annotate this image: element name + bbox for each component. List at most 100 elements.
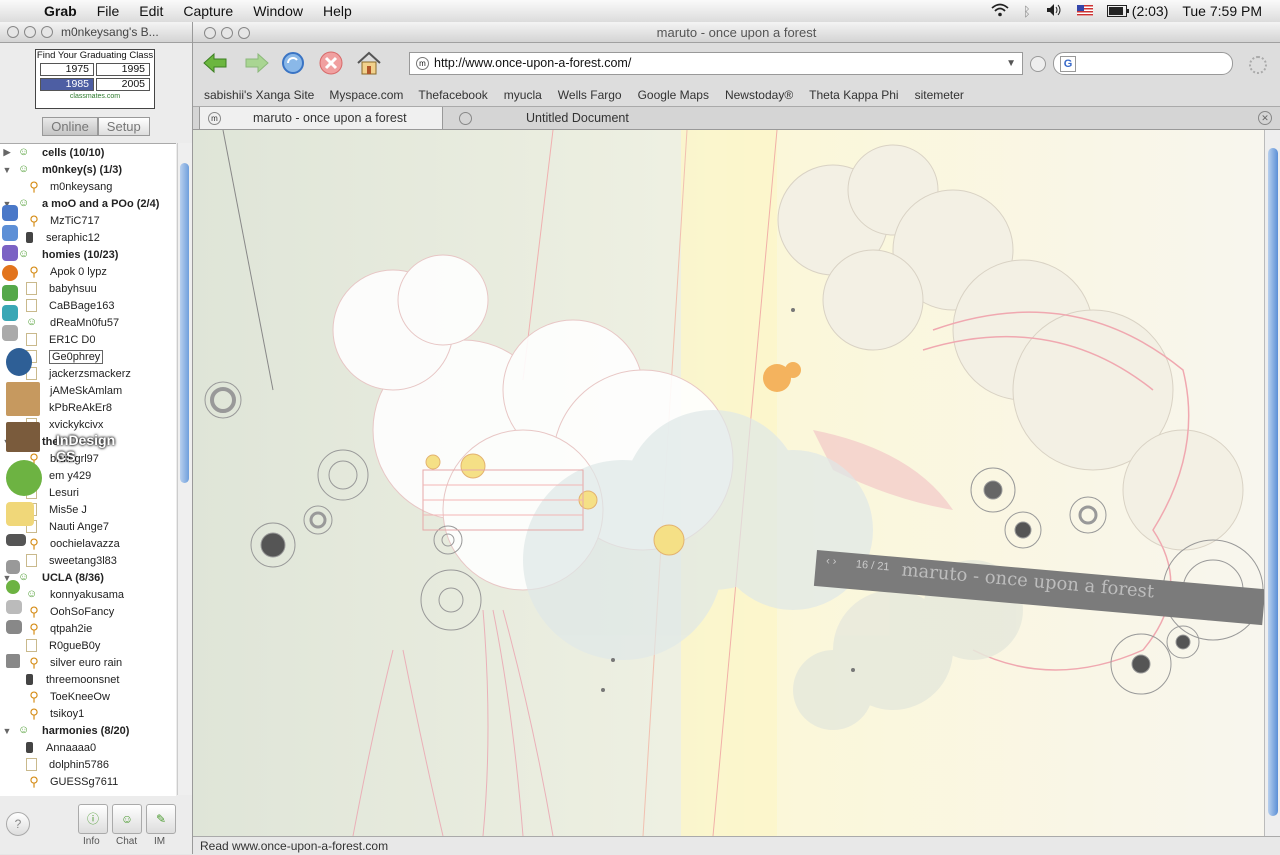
zoom-button[interactable]: [238, 27, 250, 39]
zoom-button[interactable]: [41, 26, 53, 38]
back-button[interactable]: [201, 48, 233, 78]
search-field[interactable]: G: [1053, 52, 1233, 75]
app-icon[interactable]: [6, 560, 20, 574]
app-icon[interactable]: [6, 580, 20, 594]
info-button[interactable]: ⓘ: [78, 804, 108, 834]
buddy-row[interactable]: ⚲ ToeKneeOw: [0, 688, 176, 705]
bookmark-link[interactable]: myucla: [504, 88, 542, 102]
menu-window[interactable]: Window: [243, 3, 313, 19]
buddy-row[interactable]: dolphin5786: [0, 756, 176, 773]
help-button[interactable]: ?: [6, 812, 30, 836]
preview-icon[interactable]: [2, 325, 18, 341]
minimize-button[interactable]: [221, 27, 233, 39]
ad-year[interactable]: 1975: [40, 63, 94, 76]
buddy-row[interactable]: Annaaaa0: [0, 739, 176, 756]
forward-button[interactable]: [239, 48, 271, 78]
disclosure-open-icon[interactable]: ▼: [0, 726, 14, 736]
go-button[interactable]: [1030, 56, 1046, 72]
photo-icon[interactable]: [6, 382, 40, 416]
quicktime-icon[interactable]: [6, 348, 32, 376]
buddy-row[interactable]: ⚲ GUESSg7611: [0, 773, 176, 790]
classmates-ad[interactable]: Find Your Graduating Class 1975 1995 198…: [35, 49, 155, 109]
status-text: Read www.once-upon-a-forest.com: [200, 839, 389, 853]
bookmark-link[interactable]: Thefacebook: [418, 88, 487, 102]
ichat-icon[interactable]: [2, 245, 18, 261]
reload-button[interactable]: [277, 48, 309, 78]
clock[interactable]: Tue 7:59 PM: [1182, 3, 1262, 19]
scrollbar-thumb[interactable]: [1268, 148, 1278, 816]
tab-online[interactable]: Online: [42, 117, 98, 136]
bookmark-link[interactable]: sitemeter: [915, 88, 964, 102]
buddy-row[interactable]: ⚲ tsikoy1: [0, 705, 176, 722]
tab-setup[interactable]: Setup: [97, 117, 150, 136]
browser-titlebar[interactable]: maruto - once upon a forest: [193, 22, 1280, 43]
home-button[interactable]: [353, 48, 385, 78]
google-search-icon[interactable]: G: [1060, 56, 1076, 72]
dreamweaver-icon[interactable]: [6, 460, 42, 496]
ad-year[interactable]: 1995: [96, 63, 150, 76]
idle-status-icon: [26, 758, 37, 771]
bookmark-link[interactable]: Myspace.com: [329, 88, 403, 102]
scrollbar-thumb[interactable]: [180, 163, 189, 483]
buddy-group[interactable]: ▼ ☺ m0nkey(s) (1/3): [0, 161, 176, 178]
disclosure-closed-icon[interactable]: ▶: [0, 147, 14, 158]
buddy-list-scrollbar[interactable]: [177, 143, 192, 795]
itunes-icon[interactable]: [2, 285, 18, 301]
trash-icon[interactable]: [6, 654, 20, 668]
chat-button[interactable]: ☺: [112, 804, 142, 834]
volume-icon[interactable]: [1045, 3, 1063, 20]
buddy-name: Ge0phrey: [49, 349, 104, 364]
buddy-name: dolphin5786: [49, 758, 109, 771]
menu-file[interactable]: File: [87, 3, 130, 19]
tab-once-upon-a-forest[interactable]: m maruto - once upon a forest: [199, 107, 443, 129]
bluetooth-icon[interactable]: ᛒ: [1023, 4, 1031, 19]
stickies-icon[interactable]: [6, 502, 34, 526]
ad-year-selected[interactable]: 1985: [40, 78, 94, 91]
close-tab-icon[interactable]: ✕: [1258, 111, 1272, 125]
menu-app-name[interactable]: Grab: [34, 3, 87, 19]
page-scrollbar[interactable]: [1264, 130, 1280, 836]
safari-icon[interactable]: [2, 225, 18, 241]
url-bar[interactable]: m http://www.once-upon-a-forest.com/ ▼: [409, 52, 1023, 75]
bookmark-link[interactable]: Google Maps: [638, 88, 709, 102]
chevron-down-icon[interactable]: ▼: [1006, 53, 1016, 74]
minimize-button[interactable]: [24, 26, 36, 38]
buddy-group[interactable]: ▼ ☺ harmonies (8/20): [0, 722, 176, 739]
im-icon: ✎: [155, 812, 167, 826]
dreamweaver-icon[interactable]: [2, 305, 18, 321]
window-controls: [197, 27, 258, 39]
bookmark-link[interactable]: sabishii's Xanga Site: [204, 88, 314, 102]
buddy-row[interactable]: threemoonsnet: [0, 671, 176, 688]
vpn-icon[interactable]: [6, 600, 22, 614]
buddy-window-titlebar[interactable]: m0nkeysang's B...: [0, 22, 192, 43]
menu-edit[interactable]: Edit: [129, 3, 173, 19]
app-icon[interactable]: [6, 620, 22, 634]
finder-icon[interactable]: [2, 205, 18, 221]
buddy-group[interactable]: ▶ ☺ cells (10/10): [0, 144, 176, 161]
battery-status[interactable]: (2:03): [1106, 3, 1168, 19]
close-button[interactable]: [7, 26, 19, 38]
buddy-name: Mis5e J: [49, 503, 87, 516]
bookmark-link[interactable]: Wells Fargo: [558, 88, 622, 102]
flag-icon[interactable]: [1076, 3, 1093, 19]
disclosure-open-icon[interactable]: ▼: [0, 165, 14, 175]
info-label: Info: [83, 836, 100, 847]
available-status-icon: ⚲: [29, 706, 39, 721]
tab-untitled-document[interactable]: Untitled Document: [451, 107, 681, 129]
menu-help[interactable]: Help: [313, 3, 362, 19]
forward-arrow-icon: [245, 52, 269, 74]
page-content[interactable]: ‹ › 16 / 21 maruto - once upon a forest: [193, 130, 1264, 836]
mail-icon[interactable]: [6, 534, 26, 546]
menu-capture[interactable]: Capture: [173, 3, 243, 19]
stop-button[interactable]: [315, 48, 347, 78]
bookmark-link[interactable]: Theta Kappa Phi: [809, 88, 898, 102]
close-button[interactable]: [204, 27, 216, 39]
ad-year[interactable]: 2005: [96, 78, 150, 91]
gallery-prev-next[interactable]: ‹ ›: [826, 555, 837, 568]
im-button[interactable]: ✎: [146, 804, 176, 834]
bookmark-link[interactable]: Newstoday®: [725, 88, 793, 102]
wifi-icon[interactable]: [991, 3, 1009, 20]
indesign-icon[interactable]: [6, 422, 40, 452]
buddy-row[interactable]: ⚲ m0nkeysang: [0, 178, 176, 195]
firefox-icon[interactable]: [2, 265, 18, 281]
